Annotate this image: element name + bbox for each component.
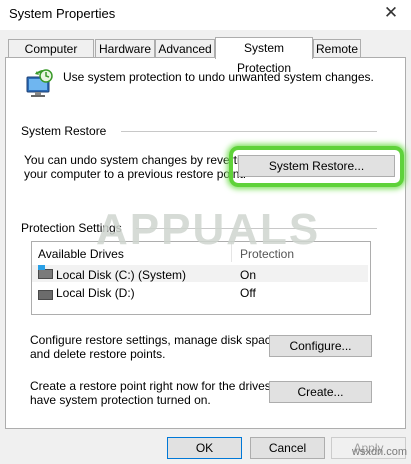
system-restore-button[interactable]: System Restore... bbox=[238, 155, 395, 177]
create-text-2: have system protection turned on. bbox=[30, 393, 211, 407]
drive-protection-d: Off bbox=[240, 286, 256, 300]
system-restore-description-1: You can undo system changes by reverting bbox=[24, 153, 254, 167]
configure-text-2: and delete restore points. bbox=[30, 347, 166, 361]
site-watermark: wsxdn.com bbox=[352, 446, 408, 458]
tab-system-protection[interactable]: System Protection bbox=[215, 37, 313, 75]
create-button-label: Create... bbox=[297, 385, 344, 399]
create-button[interactable]: Create... bbox=[269, 381, 372, 403]
system-drive-icon bbox=[38, 265, 53, 279]
system-restore-description-2: your computer to a previous restore poin… bbox=[24, 167, 247, 181]
configure-text-1: Configure restore settings, manage disk … bbox=[30, 333, 281, 347]
intro-text: Use system protection to undo unwanted s… bbox=[63, 70, 374, 84]
ok-button[interactable]: OK bbox=[167, 437, 242, 459]
drive-protection-c: On bbox=[240, 268, 257, 282]
configure-button-label: Configure... bbox=[289, 339, 352, 353]
tab-remote[interactable]: Remote bbox=[313, 39, 361, 58]
system-restore-group-label: System Restore bbox=[21, 124, 107, 138]
computer-restore-icon bbox=[24, 68, 56, 100]
appuals-watermark: APPUALS bbox=[96, 205, 321, 254]
window-title: System Properties bbox=[9, 6, 116, 21]
system-restore-button-label: System Restore... bbox=[268, 159, 365, 173]
create-text-1: Create a restore point right now for the… bbox=[30, 379, 295, 393]
close-icon[interactable]: ✕ bbox=[379, 2, 403, 24]
drive-name-c: Local Disk (C:) (System) bbox=[56, 268, 187, 282]
drive-name-d[interactable]: Local Disk (D:) bbox=[56, 286, 135, 300]
tab-advanced[interactable]: Advanced bbox=[155, 39, 215, 58]
system-restore-separator bbox=[121, 131, 377, 132]
tab-computer-name[interactable]: Computer Name bbox=[8, 39, 94, 74]
drive-icon bbox=[38, 290, 53, 300]
tab-hardware[interactable]: Hardware bbox=[95, 39, 155, 58]
configure-button[interactable]: Configure... bbox=[269, 335, 372, 357]
cancel-button[interactable]: Cancel bbox=[250, 437, 325, 459]
